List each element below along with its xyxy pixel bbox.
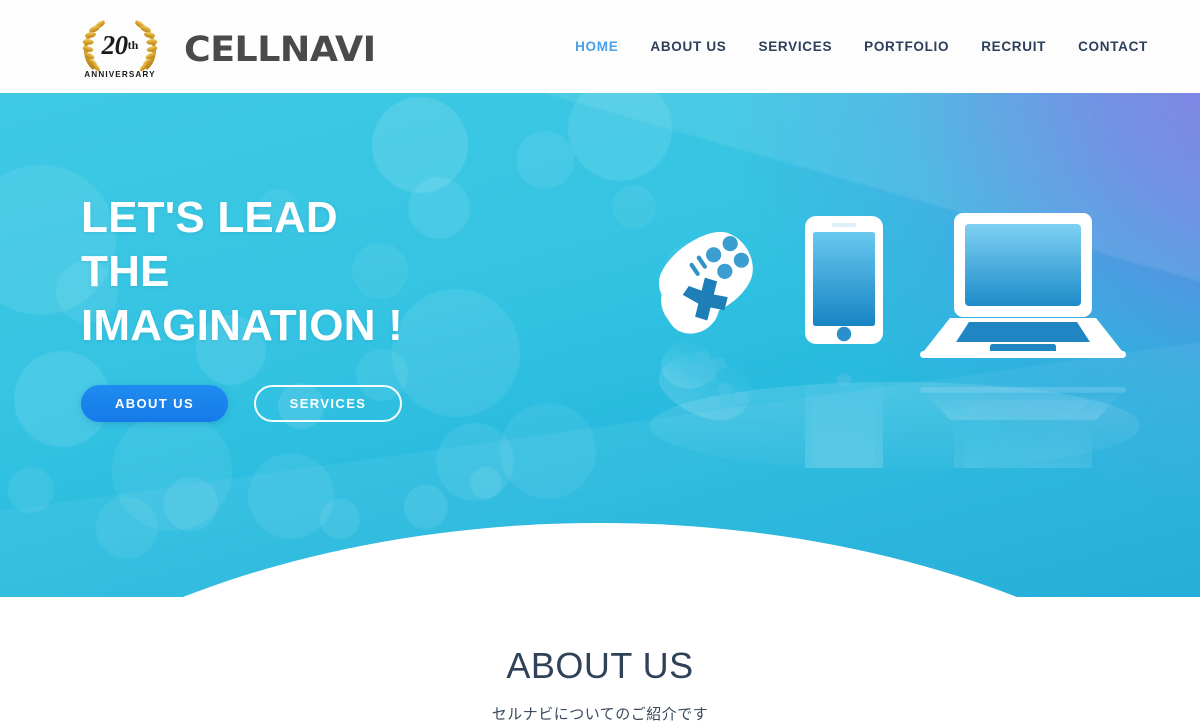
brand-logo[interactable]: 20th ANNIVERSARY CELLNAVI xyxy=(74,14,376,80)
hero-headline: LET'S LEAD THE IMAGINATION ! xyxy=(81,191,403,353)
about-us-button[interactable]: ABOUT US xyxy=(81,385,228,422)
about-subtitle: セルナビについてのご紹介です xyxy=(491,706,709,723)
nav-item-home[interactable]: HOME xyxy=(559,39,634,54)
about-title: ABOUT US xyxy=(506,645,694,686)
about-section: ABOUT US セルナビについてのご紹介です xyxy=(0,597,1200,723)
laptop-icon xyxy=(920,213,1126,358)
anniversary-emblem: 20th ANNIVERSARY xyxy=(74,14,166,80)
gamepad-icon xyxy=(659,231,753,334)
brand-wordmark: CELLNAVI xyxy=(184,30,376,70)
hero-devices-illustration xyxy=(620,208,1140,468)
nav-item-recruit[interactable]: RECRUIT xyxy=(965,39,1062,54)
hero-headline-line-2: THE xyxy=(81,247,170,296)
nav-item-services[interactable]: SERVICES xyxy=(743,39,849,54)
nav-item-about-us[interactable]: ABOUT US xyxy=(634,39,742,54)
hero-headline-line-3: IMAGINATION ! xyxy=(81,301,403,350)
nav-item-contact[interactable]: CONTACT xyxy=(1062,39,1164,54)
hero-headline-line-1: LET'S LEAD xyxy=(81,193,338,242)
smartphone-reflection xyxy=(805,371,883,468)
hero-cta-group: ABOUT US SERVICES xyxy=(81,385,402,422)
anniversary-number-value: 20 xyxy=(101,30,129,60)
anniversary-number: 20th xyxy=(74,30,166,61)
hero-content: LET'S LEAD THE IMAGINATION ! ABOUT US SE… xyxy=(0,93,1200,597)
nav-item-portfolio[interactable]: PORTFOLIO xyxy=(848,39,965,54)
anniversary-label: ANNIVERSARY xyxy=(84,70,156,79)
anniversary-ordinal: th xyxy=(127,38,139,52)
site-header: 20th ANNIVERSARY CELLNAVI HOME ABOUT US … xyxy=(0,0,1200,93)
smartphone-icon xyxy=(805,216,883,344)
hero-section: LET'S LEAD THE IMAGINATION ! ABOUT US SE… xyxy=(0,93,1200,597)
services-button[interactable]: SERVICES xyxy=(254,385,402,422)
main-navigation: HOME ABOUT US SERVICES PORTFOLIO RECRUIT… xyxy=(559,0,1164,93)
